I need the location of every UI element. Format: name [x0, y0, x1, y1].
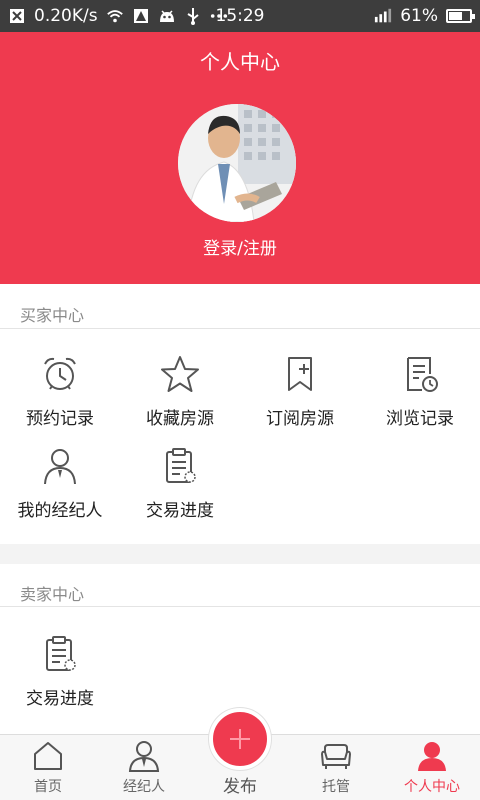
- user-icon: [418, 742, 446, 771]
- seller-transaction-progress-item[interactable]: 交易进度: [0, 622, 120, 712]
- plus-icon: [230, 729, 250, 749]
- favorite-listings-item[interactable]: 收藏房源: [120, 342, 240, 432]
- signal-icon: [374, 7, 392, 25]
- more-dots-icon: [210, 7, 228, 25]
- nav-label: 托管: [322, 779, 350, 795]
- login-register-link[interactable]: 登录/注册: [0, 234, 480, 259]
- agent-person-icon: [44, 449, 76, 485]
- nav-profile[interactable]: 个人中心: [384, 735, 480, 800]
- star-icon: [161, 356, 199, 392]
- nav-label: 个人中心: [404, 779, 460, 795]
- android-icon: [158, 7, 176, 25]
- battery-icon: [446, 9, 475, 23]
- nav-custody[interactable]: 托管: [288, 735, 384, 800]
- appointment-records-item[interactable]: 预约记录: [0, 342, 120, 432]
- avatar[interactable]: [178, 104, 296, 222]
- nav-label: 经纪人: [123, 779, 165, 795]
- grid-item-label: 我的经纪人: [17, 501, 103, 521]
- divider: [0, 606, 480, 607]
- nav-label: 首页: [34, 779, 62, 795]
- history-doc-icon: [407, 357, 438, 392]
- clipboard-progress-icon: [166, 448, 196, 483]
- battery-fill: [449, 12, 463, 20]
- buyer-center-title: 买家中心: [20, 306, 85, 325]
- grid-item-label: 预约记录: [26, 409, 94, 429]
- nav-home[interactable]: 首页: [0, 735, 96, 800]
- grid-item-label: 浏览记录: [386, 409, 454, 429]
- clipboard-progress-icon: [46, 636, 76, 671]
- transaction-progress-item[interactable]: 交易进度: [120, 434, 240, 524]
- grid-item-label: 收藏房源: [146, 409, 214, 429]
- publish-label: 发布: [223, 777, 257, 797]
- section-gap: [0, 544, 480, 564]
- status-bar: 0.20K/s 15:29 61%: [0, 0, 480, 32]
- nav-agent[interactable]: 经纪人: [96, 735, 192, 800]
- wifi-icon: [106, 7, 124, 25]
- divider: [0, 328, 480, 329]
- sofa-icon: [321, 744, 351, 769]
- alert-icon: [132, 7, 150, 25]
- publish-button[interactable]: [209, 708, 271, 770]
- my-agent-item[interactable]: 我的经纪人: [0, 434, 120, 524]
- network-speed: 0.20K/s: [34, 6, 98, 26]
- app-root: 0.20K/s 15:29 61% 个人中心 登录/注册 买家中心 预约记录 收…: [0, 0, 480, 800]
- seller-center-title: 卖家中心: [20, 585, 85, 604]
- agent-icon: [128, 741, 160, 772]
- bookmark-plus-icon: [288, 357, 312, 391]
- grid-item-label: 订阅房源: [266, 409, 334, 429]
- grid-item-label: 交易进度: [26, 689, 94, 709]
- usb-icon: [184, 7, 202, 25]
- grid-item-label: 交易进度: [146, 501, 214, 521]
- page-title: 个人中心: [200, 50, 280, 74]
- notification-x-icon: [8, 7, 26, 25]
- subscribe-listings-item[interactable]: 订阅房源: [240, 342, 360, 432]
- home-icon: [34, 742, 62, 770]
- profile-header: 个人中心 登录/注册: [0, 32, 480, 284]
- battery-percent: 61%: [400, 6, 438, 26]
- browse-history-item[interactable]: 浏览记录: [360, 342, 480, 432]
- alarm-clock-icon: [44, 357, 76, 390]
